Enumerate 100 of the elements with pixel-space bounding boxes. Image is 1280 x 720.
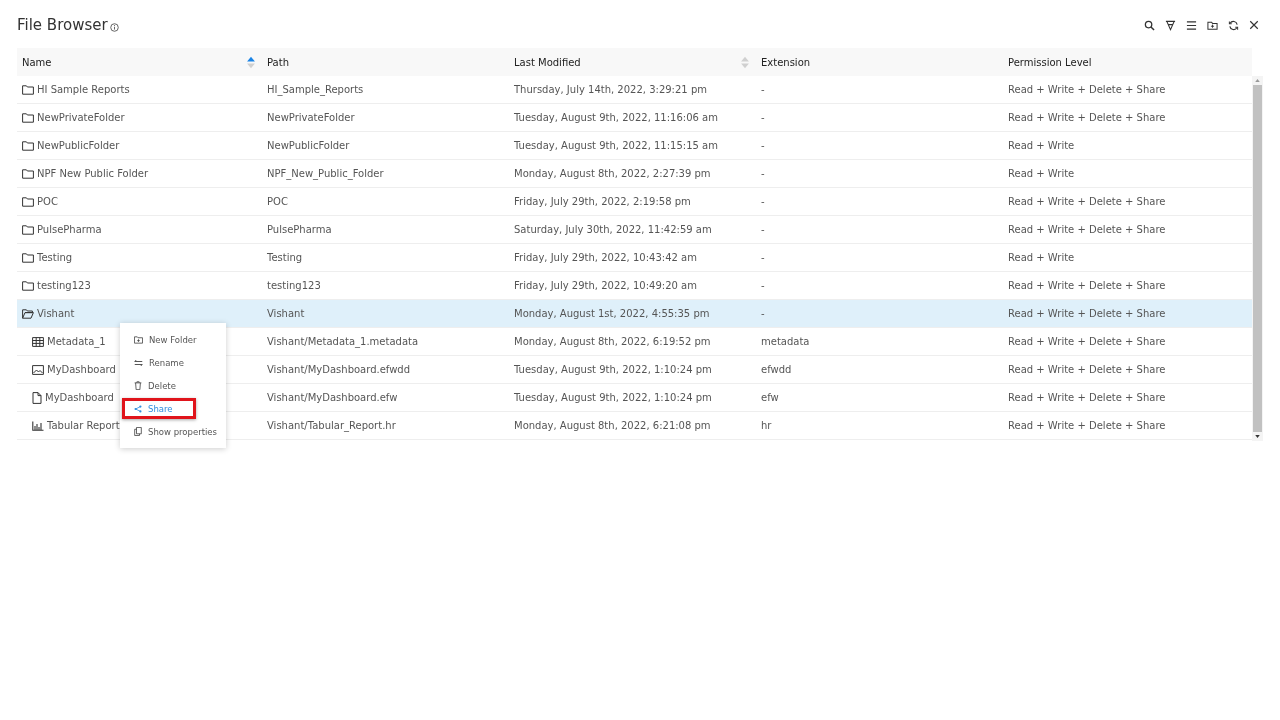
table-row[interactable]: Testing Testing Friday, July 29th, 2022, 10:43:42 am - Read + Write (17, 244, 1252, 272)
window-title: File Browser (17, 16, 108, 34)
table-cell: Monday, August 8th, 2022, 6:19:52 pm (514, 336, 711, 347)
table-cell: Tuesday, August 9th, 2022, 1:10:24 pm (514, 392, 712, 403)
table-cell: Read + Write + Delete + Share (1008, 308, 1166, 319)
table-cell: Friday, July 29th, 2022, 10:43:42 am (514, 252, 697, 263)
table-row[interactable]: NPF New Public Folder NPF_New_Public_Folder Monday, August 8th, 2022, 2:27:39 pm - Read + Write (17, 160, 1252, 188)
folder-icon (134, 335, 143, 344)
file-name: MyDashboard (47, 364, 116, 375)
table-cell: - (761, 196, 765, 207)
table-cell: - (761, 308, 765, 319)
table-cell: Friday, July 29th, 2022, 2:19:58 pm (514, 196, 691, 207)
scrollbar-thumb[interactable] (1253, 85, 1262, 432)
folder-icon (22, 112, 34, 123)
menu-item[interactable]: Show properties (122, 421, 224, 442)
table-row[interactable]: PulsePharma PulsePharma Saturday, July 30th, 2022, 11:42:59 am - Read + Write + Delete + Share (17, 216, 1252, 244)
table-cell: Read + Write + Delete + Share (1008, 392, 1166, 403)
table-cell: Read + Write + Delete + Share (1008, 364, 1166, 375)
table-row[interactable]: NewPrivateFolder NewPrivateFolder Tuesday, August 9th, 2022, 11:16:06 am - Read + Write + Delete + Share (17, 104, 1252, 132)
table-row[interactable]: HI Sample Reports HI_Sample_Reports Thursday, July 14th, 2022, 3:29:21 pm - Read + Write + Delete + Share (17, 76, 1252, 104)
column-header[interactable]: Permission Level (1003, 48, 1252, 76)
close-icon[interactable] (1249, 20, 1259, 30)
table-cell: Tuesday, August 9th, 2022, 11:15:15 am (514, 140, 718, 151)
scrollbar[interactable] (1252, 76, 1263, 441)
folder-icon (22, 168, 34, 179)
table-cell: Thursday, July 14th, 2022, 3:29:21 pm (514, 84, 707, 95)
table-cell: - (761, 280, 765, 291)
table-cell: Monday, August 8th, 2022, 2:27:39 pm (514, 168, 711, 179)
table-cell: Testing (267, 252, 303, 263)
menu-icon[interactable] (1186, 19, 1197, 31)
file-name: Metadata_1 (47, 336, 106, 347)
table-cell: - (761, 112, 765, 123)
column-header[interactable]: Name (17, 48, 262, 76)
table-cell: Friday, July 29th, 2022, 10:49:20 am (514, 280, 697, 291)
scroll-down-icon[interactable] (1255, 435, 1260, 438)
table-cell: Read + Write + Delete + Share (1008, 420, 1166, 431)
table-cell: - (761, 252, 765, 263)
table-cell: Vishant/Metadata_1.metadata (267, 336, 419, 347)
info-icon[interactable] (109, 22, 119, 32)
table-cell: Saturday, July 30th, 2022, 11:42:59 am (514, 224, 712, 235)
table-cell: metadata (761, 336, 810, 347)
file-name: Vishant (37, 308, 75, 319)
folder-icon (22, 224, 34, 235)
table-cell: NPF_New_Public_Folder (267, 168, 384, 179)
table-cell: PulsePharma (267, 224, 332, 235)
menu-item[interactable]: New Folder (122, 329, 196, 350)
file-name: NPF New Public Folder (37, 168, 149, 179)
table-cell: HI_Sample_Reports (267, 84, 364, 95)
table-cell: Read + Write + Delete + Share (1008, 280, 1166, 291)
table-cell: - (761, 84, 765, 95)
folder-icon (22, 196, 34, 207)
scroll-up-icon[interactable] (1255, 79, 1260, 82)
filter-icon[interactable] (1165, 19, 1176, 31)
file-name: Tabular Report (47, 420, 120, 431)
copy-icon (134, 427, 142, 436)
file-name: PulsePharma (37, 224, 102, 235)
table-cell: POC (267, 196, 288, 207)
table-cell: Vishant/MyDashboard.efw (267, 392, 398, 403)
table-row[interactable]: NewPublicFolder NewPublicFolder Tuesday, August 9th, 2022, 11:15:15 am - Read + Write (17, 132, 1252, 160)
file-icon (32, 391, 42, 404)
table-cell: Read + Write + Delete + Share (1008, 112, 1166, 123)
file-name: NewPublicFolder (37, 140, 120, 151)
table-cell: Vishant/Tabular_Report.hr (267, 420, 396, 431)
file-name: HI Sample Reports (37, 84, 130, 95)
refresh-icon[interactable] (1228, 19, 1239, 31)
table-cell: hr (761, 420, 772, 431)
folder-icon (22, 84, 34, 95)
table-cell: NewPrivateFolder (267, 112, 355, 123)
file-name: testing123 (37, 280, 91, 291)
table-row[interactable]: Vishant Vishant Monday, August 1st, 2022, 4:55:35 pm - Read + Write + Delete + Share (17, 300, 1252, 328)
sort-icon[interactable] (247, 55, 255, 69)
folder-icon[interactable] (1207, 19, 1218, 31)
table-cell: efw (761, 392, 779, 403)
table-cell: Read + Write + Delete + Share (1008, 196, 1166, 207)
table-cell: - (761, 140, 765, 151)
column-header[interactable]: Extension (756, 48, 1003, 76)
table-cell: NewPublicFolder (267, 140, 350, 151)
table-cell: Tuesday, August 9th, 2022, 11:16:06 am (514, 112, 718, 123)
image-icon (32, 364, 44, 375)
table-cell: Monday, August 1st, 2022, 4:55:35 pm (514, 308, 710, 319)
table-cell: Read + Write + Delete + Share (1008, 224, 1166, 235)
table-cell: efwdd (761, 364, 792, 375)
menu-item[interactable]: Share (122, 398, 196, 419)
table-cell: Vishant (267, 308, 305, 319)
table-cell: Read + Write (1008, 168, 1075, 179)
table-cell: - (761, 168, 765, 179)
file-name: POC (37, 196, 58, 207)
folder-icon (22, 280, 34, 291)
file-name: Testing (37, 252, 73, 263)
table-cell: Read + Write + Delete + Share (1008, 336, 1166, 347)
column-header[interactable]: Path (262, 48, 509, 76)
folder-icon (22, 252, 34, 263)
folder-icon (22, 140, 34, 151)
table-cell: Monday, August 8th, 2022, 6:21:08 pm (514, 420, 711, 431)
column-header[interactable]: Last Modified (509, 48, 756, 76)
table-icon (32, 336, 44, 347)
folder-open-icon (22, 308, 34, 319)
table-row[interactable]: POC POC Friday, July 29th, 2022, 2:19:58 pm - Read + Write + Delete + Share (17, 188, 1252, 216)
table-cell: Tuesday, August 9th, 2022, 1:10:24 pm (514, 364, 712, 375)
search-icon[interactable] (1144, 19, 1155, 31)
